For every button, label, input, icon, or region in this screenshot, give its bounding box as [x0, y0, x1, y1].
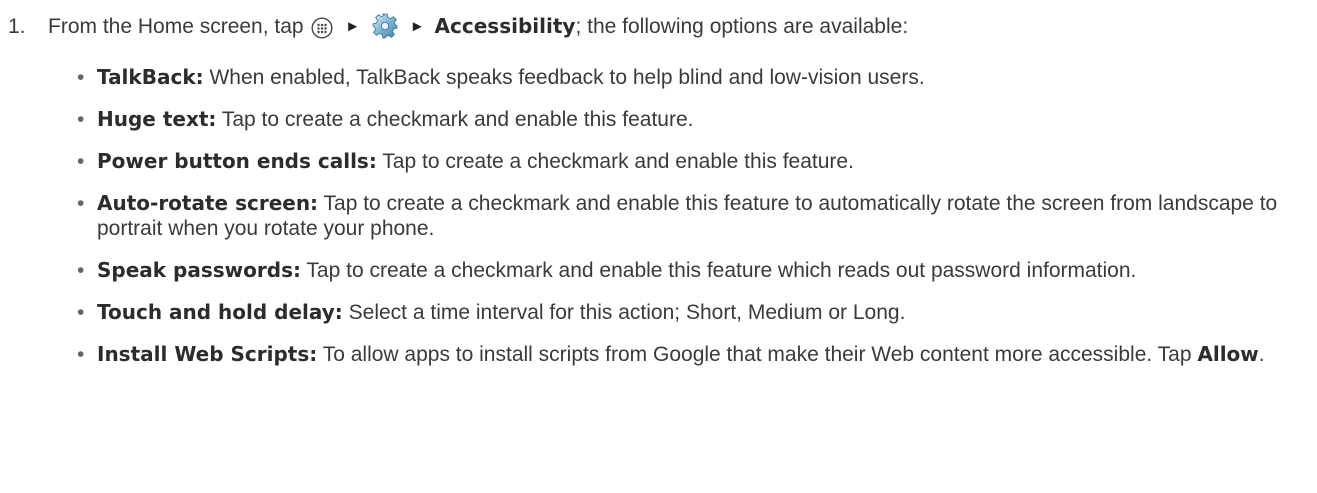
option-text: Tap to create a checkmark and enable thi…	[216, 108, 694, 131]
bullet-icon: •	[77, 150, 85, 173]
option-text: When enabled, TalkBack speaks feedback t…	[203, 66, 925, 89]
option-term: Huge text:	[97, 107, 217, 131]
bullet-icon: •	[77, 192, 85, 215]
option-text: Select a time interval for this action; …	[342, 301, 906, 324]
option-text: To allow apps to install scripts from Go…	[317, 343, 1198, 366]
arrow-right-icon: ►	[345, 18, 361, 35]
bullet-icon: •	[77, 259, 85, 282]
allow-label: Allow	[1197, 342, 1259, 366]
option-term: Auto-rotate screen:	[97, 191, 319, 215]
apps-grid-icon	[311, 15, 333, 51]
accessibility-label: Accessibility	[434, 14, 576, 38]
step-number: 1.	[8, 15, 26, 38]
option-term: TalkBack:	[97, 65, 204, 89]
gear-icon	[372, 13, 398, 51]
option-text: Tap to create a checkmark and enable thi…	[376, 150, 854, 173]
option-term: Install Web Scripts:	[97, 342, 318, 366]
option-term: Power button ends calls:	[97, 149, 377, 173]
arrow-right-icon: ►	[409, 18, 425, 35]
option-speak-passwords: • Speak passwords: Tap to create a check…	[77, 258, 1297, 283]
option-power-button-ends-calls: • Power button ends calls: Tap to create…	[77, 149, 1297, 174]
option-auto-rotate-screen: • Auto-rotate screen: Tap to create a ch…	[77, 191, 1297, 241]
step-tail: ; the following options are available:	[575, 15, 909, 38]
options-list: • TalkBack: When enabled, TalkBack speak…	[77, 65, 1297, 384]
option-touch-and-hold-delay: • Touch and hold delay: Select a time in…	[77, 300, 1297, 325]
bullet-icon: •	[77, 301, 85, 324]
option-huge-text: • Huge text: Tap to create a checkmark a…	[77, 107, 1297, 132]
bullet-icon: •	[77, 343, 85, 366]
instruction-step: 1. From the Home screen, tap ► ► Accessi…	[8, 8, 1307, 51]
option-term: Touch and hold delay:	[97, 300, 343, 324]
bullet-icon: •	[77, 108, 85, 131]
option-term: Speak passwords:	[97, 258, 301, 282]
option-install-web-scripts: • Install Web Scripts: To allow apps to …	[77, 342, 1297, 367]
option-talkback: • TalkBack: When enabled, TalkBack speak…	[77, 65, 1297, 90]
option-text: Tap to create a checkmark and enable thi…	[300, 259, 1137, 282]
step-intro: From the Home screen, tap	[48, 15, 304, 38]
bullet-icon: •	[77, 66, 85, 89]
option-end: .	[1258, 343, 1265, 366]
